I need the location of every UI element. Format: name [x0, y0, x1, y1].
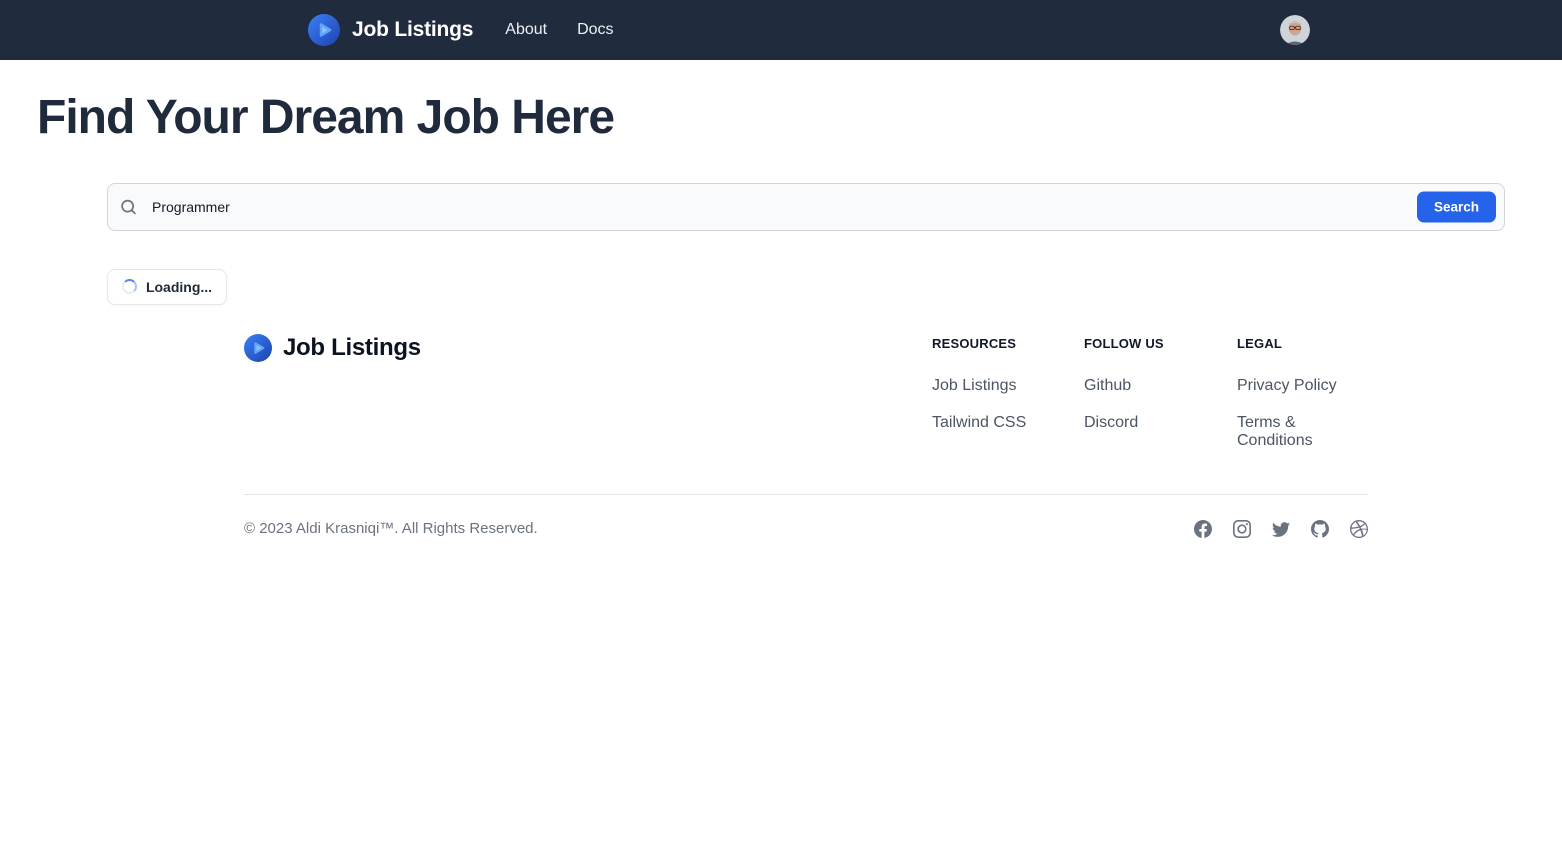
- footer-column-follow-us: FOLLOW US Github Discord: [1084, 334, 1237, 469]
- navbar-links: About Docs: [505, 21, 613, 39]
- copyright-text: © 2023 Aldi Krasniqi™. All Rights Reserv…: [244, 520, 538, 537]
- footer-column-resources: RESOURCES Job Listings Tailwind CSS: [932, 334, 1084, 469]
- social-link-twitter[interactable]: [1272, 520, 1290, 538]
- nav-link-docs[interactable]: Docs: [577, 21, 613, 39]
- loading-indicator: Loading...: [107, 269, 227, 305]
- navbar-brand[interactable]: Job Listings: [308, 14, 473, 46]
- top-navbar: Job Listings About Docs: [0, 0, 1562, 60]
- footer-link-job-listings[interactable]: Job Listings: [932, 377, 1017, 394]
- social-link-github[interactable]: [1311, 520, 1329, 538]
- footer-column-heading: FOLLOW US: [1084, 336, 1237, 351]
- twitter-icon: [1272, 520, 1290, 538]
- nav-link-about[interactable]: About: [505, 21, 547, 39]
- footer-brand-title: Job Listings: [283, 334, 421, 362]
- footer-column-heading: LEGAL: [1237, 336, 1368, 351]
- social-link-facebook[interactable]: [1194, 520, 1212, 538]
- brand-title: Job Listings: [352, 18, 473, 42]
- social-links: [1194, 520, 1368, 538]
- search-button[interactable]: Search: [1417, 191, 1496, 222]
- footer-link-github[interactable]: Github: [1084, 377, 1131, 394]
- footer-link-columns: RESOURCES Job Listings Tailwind CSS FOLL…: [932, 334, 1368, 469]
- social-link-instagram[interactable]: [1233, 520, 1251, 538]
- instagram-icon: [1233, 520, 1251, 538]
- footer-link-discord[interactable]: Discord: [1084, 414, 1138, 431]
- footer-link-tailwind-css[interactable]: Tailwind CSS: [932, 414, 1026, 431]
- social-link-dribbble[interactable]: [1350, 520, 1368, 538]
- avatar-photo-icon: [1280, 15, 1310, 45]
- search-bar: Search: [107, 183, 1505, 231]
- footer-column-heading: RESOURCES: [932, 336, 1084, 351]
- footer-link-terms-conditions[interactable]: Terms & Conditions: [1237, 414, 1313, 449]
- footer-divider: [244, 494, 1368, 495]
- facebook-icon: [1194, 520, 1212, 538]
- page-title: Find Your Dream Job Here: [37, 90, 1562, 147]
- dribbble-icon: [1350, 520, 1368, 538]
- footer: Job Listings RESOURCES Job Listings Tail…: [0, 334, 1562, 538]
- footer-brand[interactable]: Job Listings: [244, 334, 421, 362]
- spinner-icon: [122, 279, 137, 294]
- footer-brand-logo-icon: [244, 334, 272, 362]
- footer-link-privacy-policy[interactable]: Privacy Policy: [1237, 377, 1337, 394]
- search-input[interactable]: [107, 183, 1505, 231]
- brand-logo-icon: [308, 14, 340, 46]
- user-avatar[interactable]: [1280, 15, 1310, 45]
- github-icon: [1311, 520, 1329, 538]
- loading-label: Loading...: [146, 279, 212, 295]
- footer-column-legal: LEGAL Privacy Policy Terms & Conditions: [1237, 334, 1368, 469]
